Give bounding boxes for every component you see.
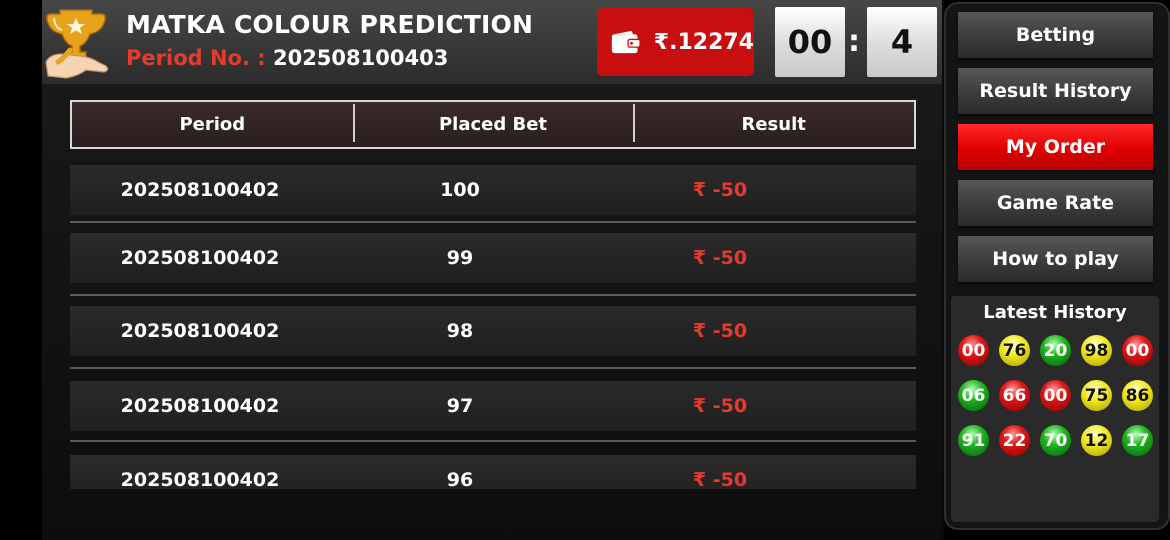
- column-header-placed-bet: Placed Bet: [352, 104, 634, 142]
- timer-seconds: 4: [867, 7, 937, 77]
- latest-history-title: Latest History: [983, 302, 1127, 323]
- row-result: ₹ -50: [692, 320, 748, 342]
- row-period: 202508100402: [120, 469, 280, 489]
- row-result: ₹ -50: [692, 469, 748, 489]
- trophy-hand-icon: [45, 9, 109, 79]
- row-period: 202508100402: [120, 247, 280, 269]
- history-ball-red: 00: [1122, 335, 1153, 366]
- history-ball-yellow: 12: [1081, 425, 1112, 456]
- table-row: 202508100402 99 ₹ -50: [70, 233, 916, 283]
- wallet-icon: [611, 30, 641, 54]
- row-result: ₹ -50: [692, 247, 748, 269]
- row-result: ₹ -50: [692, 395, 748, 417]
- history-ball-red: 00: [1040, 380, 1071, 411]
- history-ball-green: 70: [1040, 425, 1071, 456]
- history-ball-red: 66: [999, 380, 1030, 411]
- history-ball-yellow: 98: [1081, 335, 1112, 366]
- how-to-play-button[interactable]: How to play: [958, 236, 1153, 282]
- table-row: 202508100402 97 ₹ -50: [70, 381, 916, 431]
- row-period: 202508100402: [120, 395, 280, 417]
- history-ball-green: 06: [958, 380, 989, 411]
- wallet-balance-button[interactable]: ₹.12274: [597, 8, 754, 76]
- wallet-amount: ₹.12274: [653, 29, 754, 55]
- table-row: 202508100402 96 ₹ -50: [70, 455, 916, 489]
- timer-colon: :: [848, 24, 860, 59]
- period-number: Period No. : 202508100403: [126, 46, 448, 70]
- history-ball-green: 20: [1040, 335, 1071, 366]
- timer-minutes: 00: [775, 7, 845, 77]
- history-ball-red: 22: [999, 425, 1030, 456]
- row-divider: [70, 221, 916, 223]
- row-placed-bet: 99: [446, 247, 474, 269]
- row-placed-bet: 97: [446, 395, 474, 417]
- column-header-result: Result: [633, 104, 914, 142]
- period-label: Period No. :: [126, 46, 266, 70]
- my-order-button[interactable]: My Order: [958, 124, 1153, 170]
- row-divider: [70, 294, 916, 296]
- history-ball-yellow: 86: [1122, 380, 1153, 411]
- betting-button[interactable]: Betting: [958, 12, 1153, 58]
- result-history-button[interactable]: Result History: [958, 68, 1153, 114]
- row-placed-bet: 100: [440, 179, 480, 201]
- history-ball-yellow: 76: [999, 335, 1030, 366]
- row-placed-bet: 96: [446, 469, 474, 489]
- period-value: 202508100403: [272, 46, 449, 70]
- history-ball-red: 00: [958, 335, 989, 366]
- row-result: ₹ -50: [692, 179, 748, 201]
- row-divider: [70, 440, 916, 442]
- app-title: MATKA COLOUR PREDICTION: [126, 10, 534, 39]
- row-period: 202508100402: [120, 179, 280, 201]
- row-period: 202508100402: [120, 320, 280, 342]
- game-rate-button[interactable]: Game Rate: [958, 180, 1153, 226]
- order-table-header: Period Placed Bet Result: [70, 100, 916, 149]
- row-placed-bet: 98: [446, 320, 474, 342]
- column-header-period: Period: [179, 114, 246, 135]
- order-table-body[interactable]: 202508100402 100 ₹ -50 202508100402 99 ₹…: [70, 165, 916, 489]
- table-row: 202508100402 98 ₹ -50: [70, 306, 916, 356]
- table-row: 202508100402 100 ₹ -50: [70, 165, 916, 215]
- history-ball-green: 91: [958, 425, 989, 456]
- row-divider: [70, 367, 916, 369]
- left-gutter: [0, 0, 42, 540]
- history-ball-yellow: 75: [1081, 380, 1112, 411]
- history-ball-green: 17: [1122, 425, 1153, 456]
